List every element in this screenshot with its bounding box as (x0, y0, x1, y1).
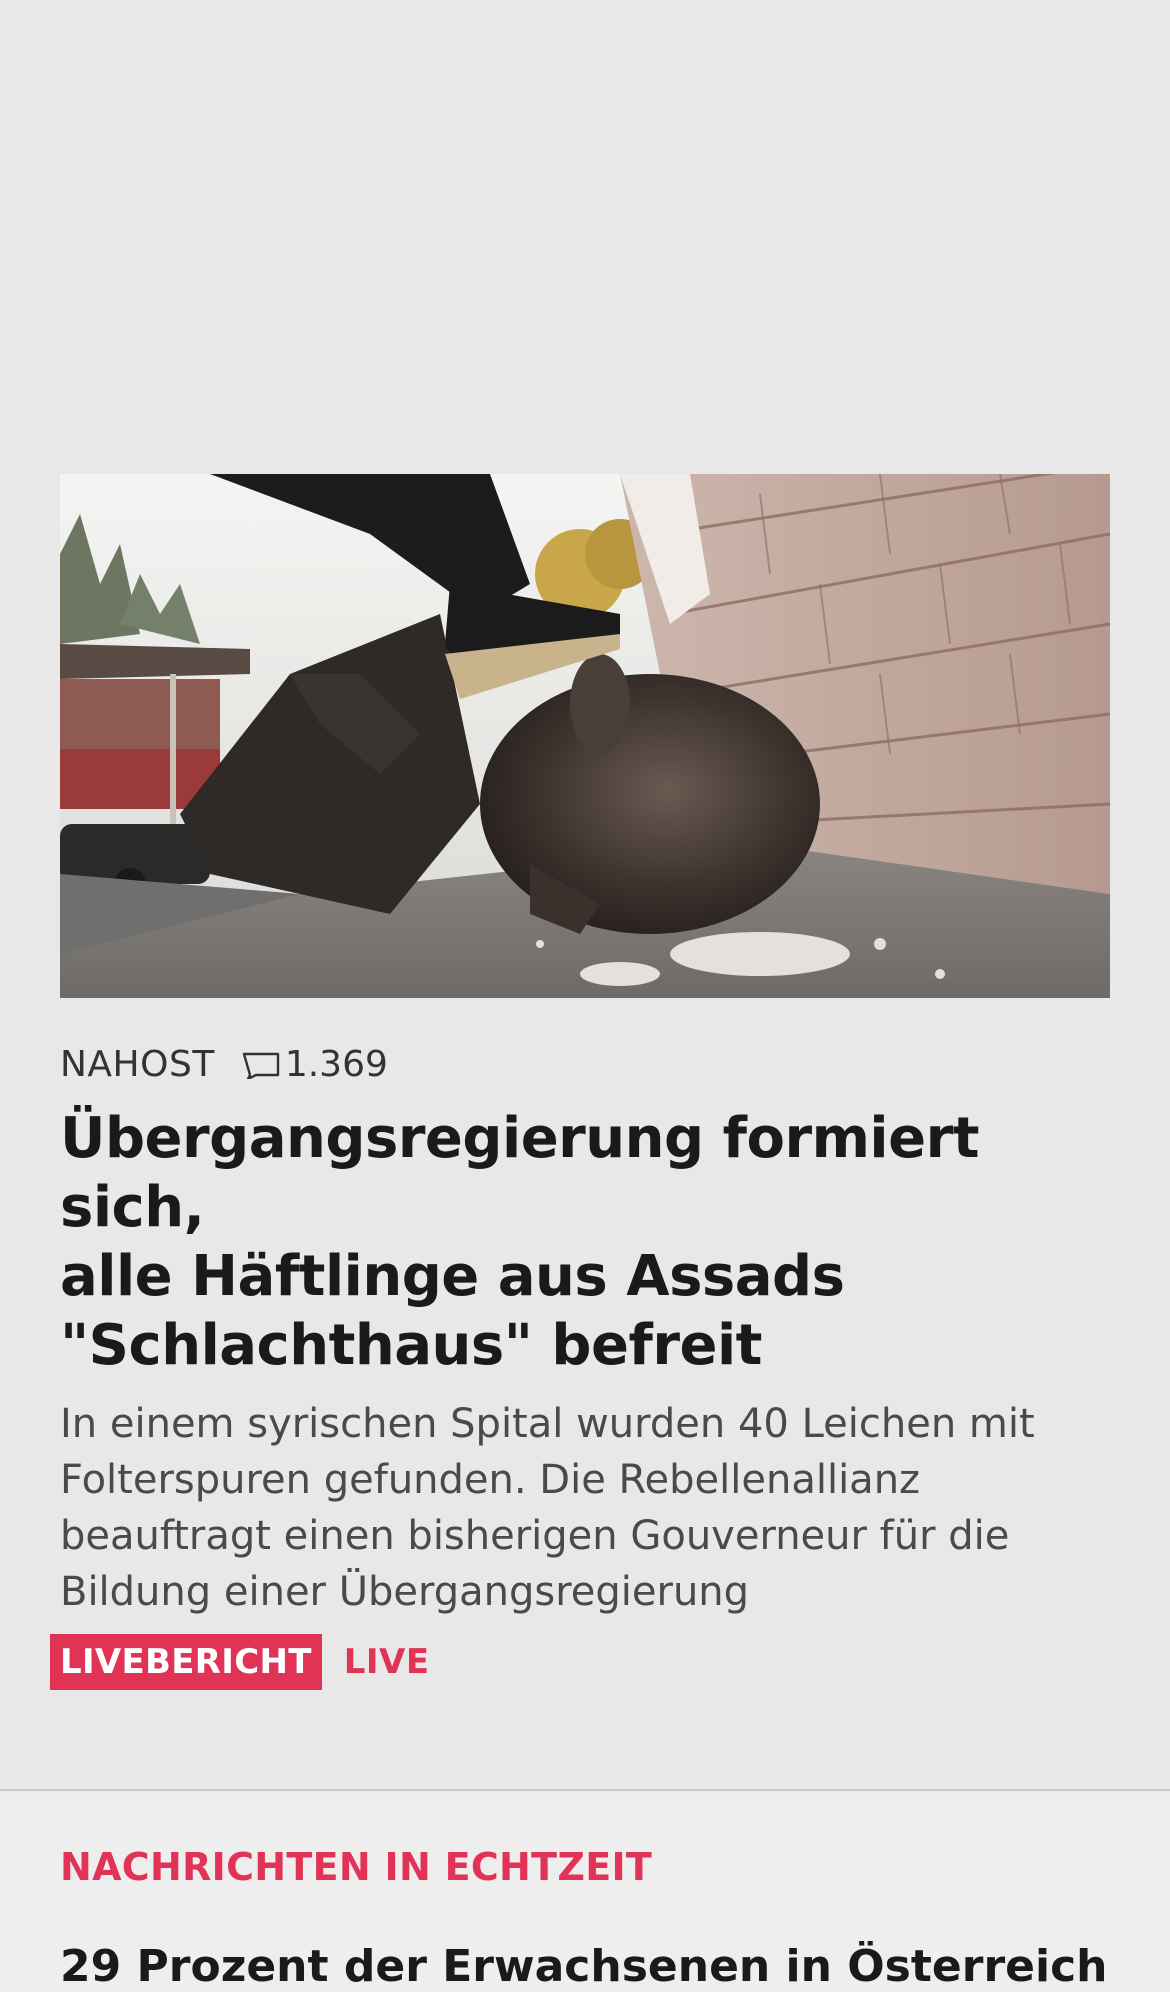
article-teaser[interactable]: NAHOST 1.369 Übergangsregierung formiert… (50, 474, 1110, 1690)
badge-row: LIVEBERICHT LIVE (50, 1634, 1110, 1690)
ad-placeholder (0, 0, 1170, 474)
article-headline[interactable]: Übergangsregierung formiert sich, alle H… (60, 1104, 1110, 1380)
article-lead: In einem syrischen Spital wurden 40 Leic… (60, 1396, 1110, 1620)
lead-line: beauftragt einen bisherigen Gouverneur f… (60, 1513, 1010, 1559)
lead-line: Folterspuren gefunden. Die Rebellenallia… (60, 1457, 921, 1503)
live-report-badge: LIVEBERICHT (50, 1634, 322, 1690)
headline-line: alle Häftlinge aus Assads (60, 1244, 845, 1309)
meta-row: NAHOST 1.369 (60, 1042, 1110, 1086)
live-badge: LIVE (343, 1642, 430, 1682)
lead-line: In einem syrischen Spital wurden 40 Leic… (60, 1401, 1035, 1447)
headline-line: Übergangsregierung formiert sich, (60, 1106, 979, 1240)
category-label[interactable]: NAHOST (60, 1044, 215, 1085)
comment-count-value: 1.369 (284, 1043, 388, 1085)
headline-line: "Schlachthaus" befreit (60, 1313, 762, 1378)
page: NAHOST 1.369 Übergangsregierung formiert… (0, 0, 1170, 1992)
comment-bubble-icon (242, 1052, 280, 1079)
realtime-news-section: NACHRICHTEN IN ECHTZEIT 29 Prozent der E… (0, 1791, 1170, 1992)
lead-line: Bildung einer Übergangsregierung (60, 1569, 750, 1615)
comment-count[interactable]: 1.369 (241, 1044, 388, 1085)
realtime-headline[interactable]: 29 Prozent der Erwachsenen in Österreich… (60, 1941, 1120, 1992)
teaser-image[interactable] (60, 474, 1110, 998)
section-title[interactable]: NACHRICHTEN IN ECHTZEIT (60, 1845, 652, 1889)
